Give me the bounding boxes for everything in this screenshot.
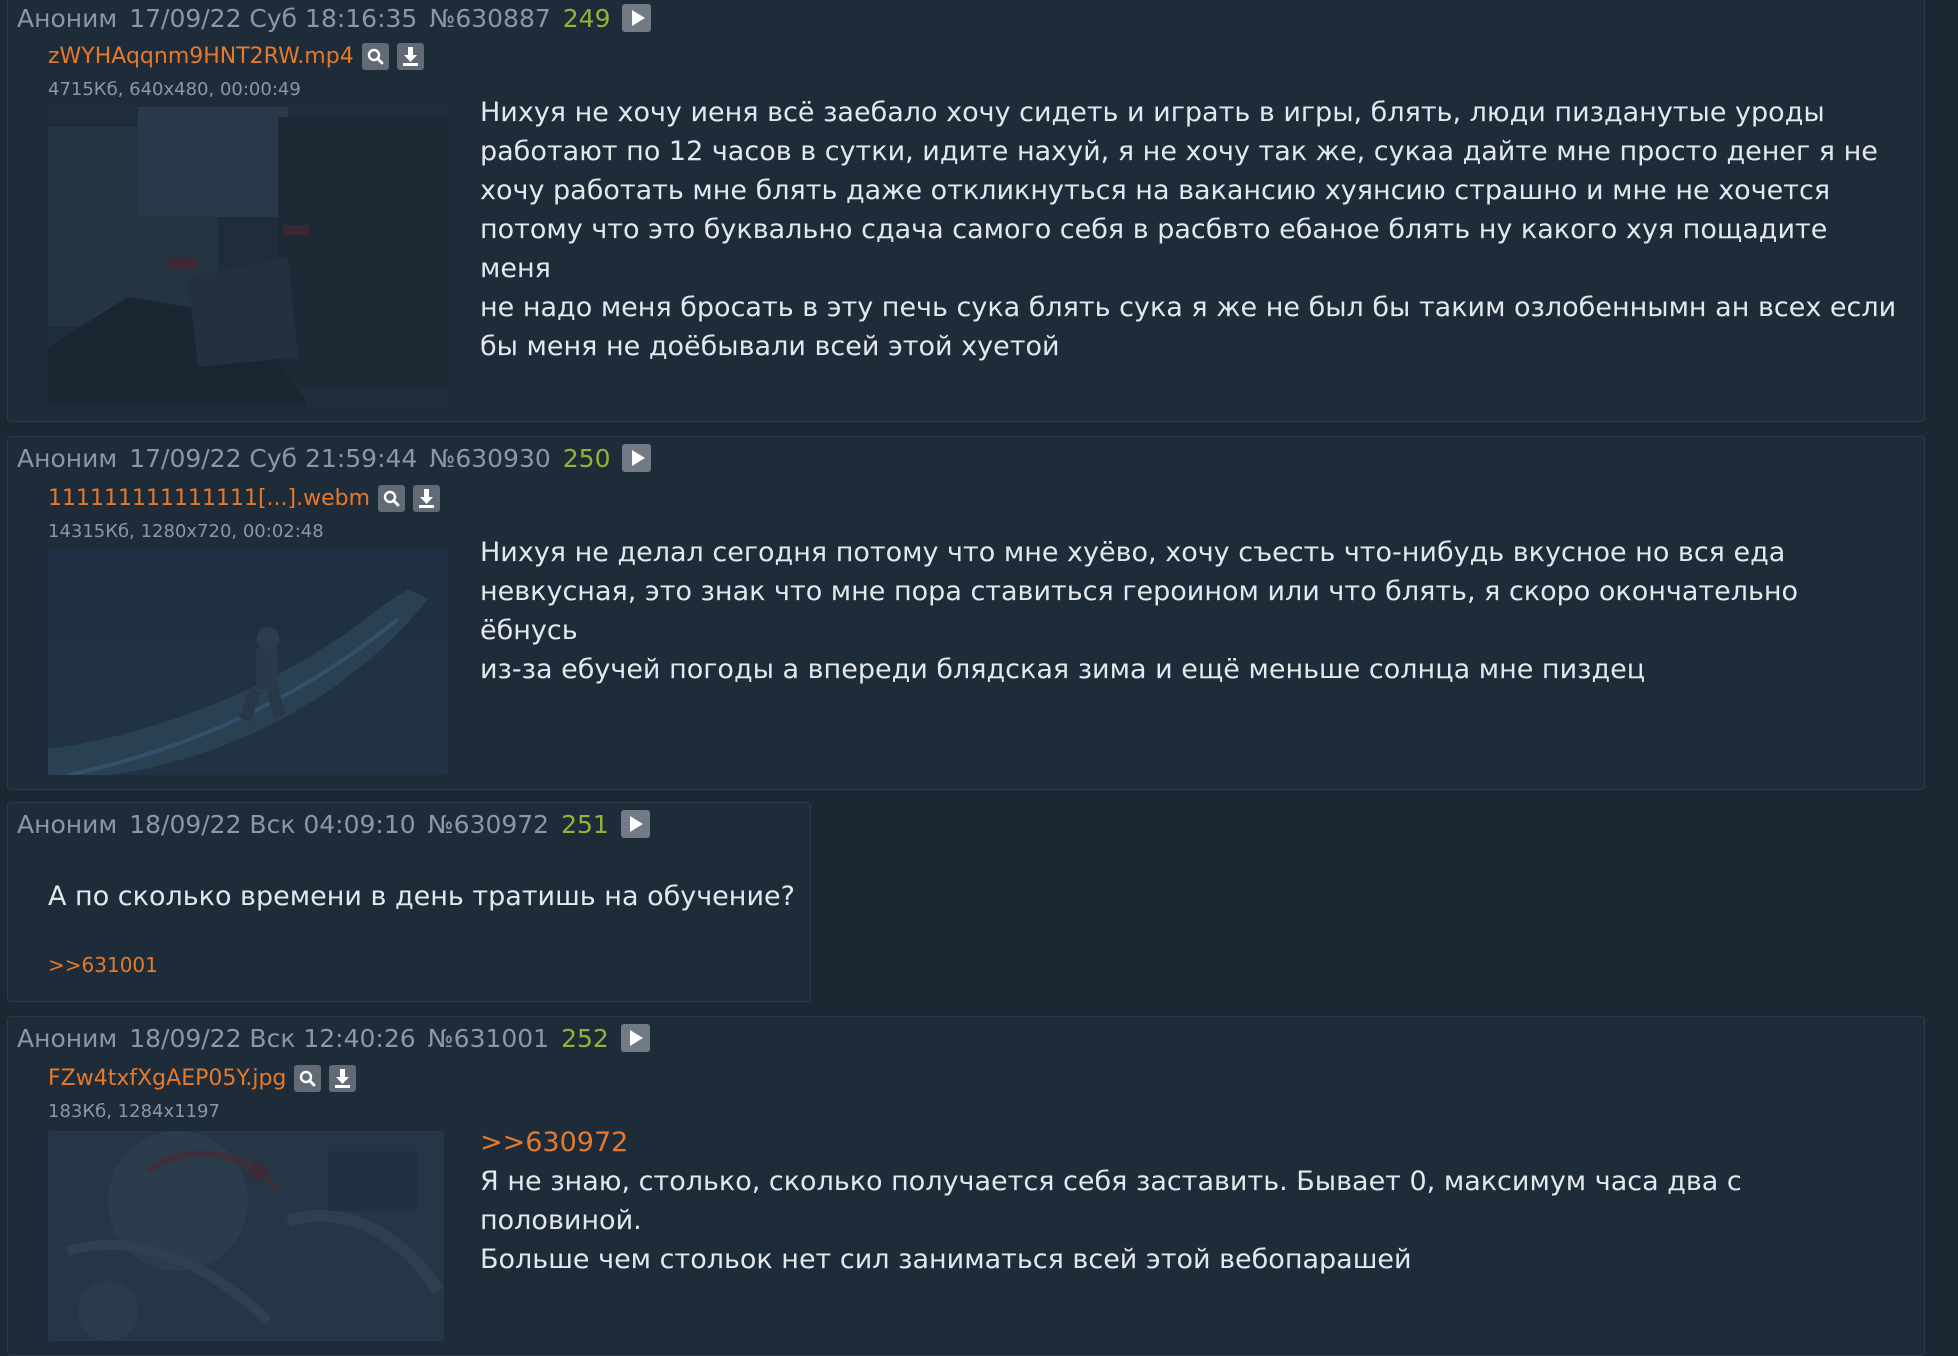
- search-button[interactable]: [361, 42, 389, 70]
- message-line: невкусная, это знак что мне пора ставить…: [480, 576, 1799, 646]
- quote-link[interactable]: >>630972: [480, 1123, 1900, 1162]
- post-630930: Аноним 17/09/22 Суб 21:59:44 №630930 250…: [7, 436, 1925, 790]
- post-date: 18/09/22 Вск 12:40:26: [129, 1023, 416, 1053]
- post-author: Аноним: [17, 809, 118, 839]
- post-630972: Аноним 18/09/22 Вск 04:09:10 №630972 251…: [7, 802, 811, 1002]
- post-header: Аноним 18/09/22 Вск 12:40:26 №631001 252: [17, 1021, 650, 1055]
- post-message: Нихуя не хочу иеня всё заебало хочу сиде…: [480, 93, 1900, 366]
- thread: Аноним 17/09/22 Суб 18:16:35 №630887 249…: [0, 0, 1958, 1356]
- play-icon: [631, 10, 645, 26]
- post-number: 252: [561, 1023, 609, 1053]
- search-button[interactable]: [378, 484, 406, 512]
- post-date: 17/09/22 Суб 21:59:44: [129, 443, 418, 473]
- message-line: из-за ебучей погоды а впереди блядская з…: [480, 654, 1646, 685]
- play-button[interactable]: [620, 810, 650, 838]
- image-thumbnail[interactable]: [48, 1131, 444, 1341]
- play-button[interactable]: [622, 4, 652, 32]
- file-name-link[interactable]: zWYHAqqnm9HNT2RW.mp4: [48, 44, 354, 69]
- message-line: не надо меня бросать в эту печь сука бля…: [480, 292, 1897, 323]
- file-meta: 183Кб, 1284x1197: [48, 1101, 220, 1122]
- post-header: Аноним 17/09/22 Суб 21:59:44 №630930 250: [17, 441, 652, 475]
- file-meta: 4715Кб, 640x480, 00:00:49: [48, 79, 301, 100]
- file-row: zWYHAqqnm9HNT2RW.mp4: [48, 41, 432, 71]
- file-row: 111111111111111[...].webm: [48, 483, 448, 513]
- search-icon: [367, 48, 384, 64]
- thumbnail-image: [48, 107, 448, 405]
- message-line: потому что это буквально сдача самого се…: [480, 214, 1828, 284]
- file-name-link[interactable]: 111111111111111[...].webm: [48, 486, 370, 511]
- search-button[interactable]: [294, 1064, 322, 1092]
- download-icon: [402, 46, 418, 66]
- message-line: Я не знаю, столько, сколько получается с…: [480, 1166, 1742, 1236]
- reply-link[interactable]: >>631001: [48, 953, 158, 977]
- search-icon: [383, 490, 400, 506]
- post-number: 249: [562, 3, 611, 33]
- download-icon: [335, 1068, 351, 1088]
- play-icon: [630, 1030, 644, 1046]
- play-button[interactable]: [622, 444, 652, 472]
- post-message: Нихуя не делал сегодня потому что мне ху…: [480, 533, 1900, 689]
- post-630887: Аноним 17/09/22 Суб 18:16:35 №630887 249…: [7, 0, 1925, 422]
- message-line: бы меня не доёбывали всей этой хуетой: [480, 331, 1060, 362]
- post-header: Аноним 18/09/22 Вск 04:09:10 №630972 251: [17, 807, 650, 841]
- file-row: FZw4txfXgAEP05Y.jpg: [48, 1063, 364, 1093]
- post-message: А по сколько времени в день тратишь на о…: [48, 881, 795, 912]
- video-thumbnail[interactable]: [48, 549, 448, 775]
- message-line: Больше чем стольок нет сил заниматься вс…: [480, 1244, 1412, 1275]
- download-icon: [419, 488, 435, 508]
- post-number: 250: [562, 443, 611, 473]
- play-icon: [631, 450, 645, 466]
- thumbnail-image: [48, 549, 448, 775]
- post-number: 251: [561, 809, 609, 839]
- thumbnail-image: [48, 1131, 444, 1341]
- message-line: Нихуя не хочу иеня всё заебало хочу сиде…: [480, 97, 1825, 128]
- post-header: Аноним 17/09/22 Суб 18:16:35 №630887 249: [17, 1, 652, 35]
- post-author: Аноним: [17, 1023, 118, 1053]
- post-message: >>630972 Я не знаю, столько, сколько пол…: [480, 1123, 1900, 1279]
- post-id-link[interactable]: №631001: [428, 1024, 549, 1053]
- post-id-link[interactable]: №630930: [429, 444, 550, 473]
- message-line: Нихуя не делал сегодня потому что мне ху…: [480, 537, 1786, 568]
- post-date: 17/09/22 Суб 18:16:35: [129, 3, 418, 33]
- search-icon: [300, 1070, 316, 1086]
- download-button[interactable]: [413, 484, 441, 512]
- download-button[interactable]: [396, 42, 424, 70]
- play-button[interactable]: [620, 1024, 650, 1052]
- download-button[interactable]: [329, 1064, 357, 1092]
- post-date: 18/09/22 Вск 04:09:10: [129, 809, 416, 839]
- post-id-link[interactable]: №630972: [428, 810, 549, 839]
- message-line: хочу работать мне блять даже откликнутьс…: [480, 175, 1831, 206]
- post-author: Аноним: [17, 3, 118, 33]
- message-line: работают по 12 часов в сутки, идите наху…: [480, 136, 1878, 167]
- post-631001: Аноним 18/09/22 Вск 12:40:26 №631001 252…: [7, 1016, 1925, 1356]
- post-author: Аноним: [17, 443, 118, 473]
- post-id-link[interactable]: №630887: [429, 4, 550, 33]
- play-icon: [630, 816, 644, 832]
- file-meta: 14315Кб, 1280x720, 00:02:48: [48, 521, 324, 542]
- file-name-link[interactable]: FZw4txfXgAEP05Y.jpg: [48, 1066, 286, 1091]
- video-thumbnail[interactable]: [48, 107, 448, 405]
